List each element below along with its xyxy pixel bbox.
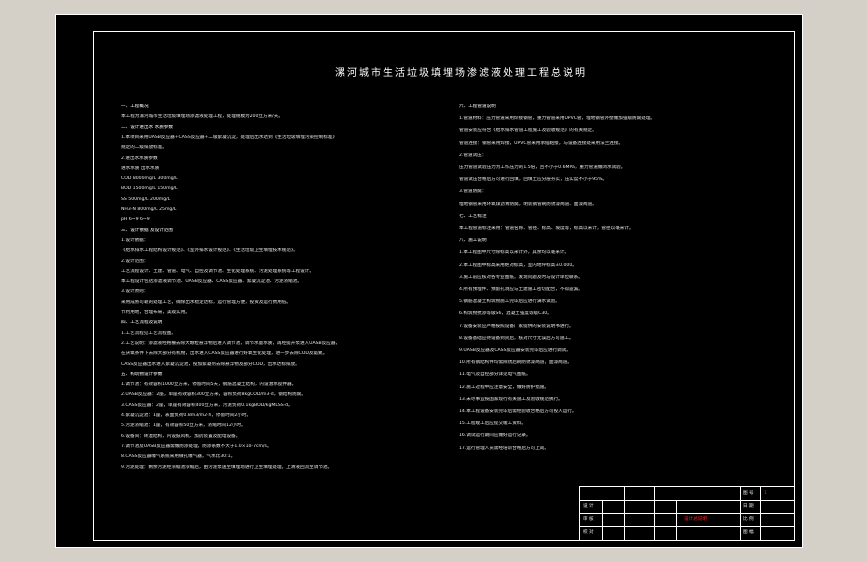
section-heading: 二、设计进出水 水质参数 bbox=[121, 124, 173, 130]
note-line: 5.钢筋混凝土构筑物施工完毕后应进行满水试验。 bbox=[459, 299, 560, 305]
section-heading: 四、工艺流程及说明 bbox=[121, 320, 163, 326]
tb-vline bbox=[602, 500, 603, 540]
section-heading: 五、构筑物设计参数 bbox=[121, 371, 163, 377]
note-line: 1.管道材料：压力管道采用焊接钢管，重力管道采用UPVC管，埋地钢管外壁做加强级… bbox=[459, 116, 656, 122]
note-line: 在厌氧条件下去除大部分有机物，出水进入CASS反应器进行好氧生化处理，进一步去除… bbox=[121, 351, 328, 357]
note-line: 11.电气及自控部分详见电气图纸。 bbox=[459, 372, 531, 378]
note-line: 6.设备间：砖混结构，内设鼓风机、加药装置及配电设备。 bbox=[121, 433, 241, 439]
note-line: 9.UASB反应器及CASS反应器安装完毕后应进行调试。 bbox=[459, 348, 571, 353]
drawing-sheet: 漯河城市生活垃圾填埋场渗滤液处理工程总说明 一、工程概况本工程为漯河城市生活垃圾… bbox=[55, 14, 803, 548]
section-heading: 六、工程管道说明 bbox=[459, 104, 496, 109]
note-line: 12.施工过程中应注意安全，做好防护措施。 bbox=[459, 384, 549, 390]
note-line: 7.设备安装应严格按照设备厂家提供的安装说明书进行。 bbox=[459, 323, 574, 329]
note-line: 9.污泥处理：剩余污泥经浓缩池浓缩后，由污泥泵送至填埋场进行卫生填埋处理，上清液… bbox=[121, 464, 333, 470]
tb-vline bbox=[760, 487, 761, 540]
note-line: 13.未尽事宜按国家现行有关施工及验收规范执行。 bbox=[459, 396, 563, 402]
tb-hline bbox=[580, 526, 794, 527]
note-line: 管道连接：钢管采用焊接，UPVC管采用承插粘接，与设备连接处采用法兰连接。 bbox=[459, 140, 624, 146]
note-line: 规定的二级排放标准。 bbox=[121, 145, 167, 151]
tb-key: 图 号 bbox=[743, 491, 754, 496]
note-line: 10.所有钢结构件均需除锈后刷防锈漆两道，面漆两道。 bbox=[459, 360, 572, 366]
note-line: 1.调节池：有效容积1000立方米，停留时间5天，钢筋混凝土结构，内设潜水搅拌器… bbox=[121, 382, 297, 388]
note-line: 工艺流程设计、土建、管道、电气、自控及调节池、生化处理系统、污泥处理系统等工程设… bbox=[121, 268, 314, 274]
drawing-title: 漯河城市生活垃圾填埋场渗滤液处理工程总说明 bbox=[335, 68, 587, 79]
tb-role: 校 对 bbox=[583, 530, 594, 535]
note-line: SS 500mg/L 200mg/L bbox=[121, 196, 171, 202]
tb-key: 图 幅 bbox=[743, 530, 754, 535]
note-line: 1.本项目采用UASB反应器+CASS反应器+二级絮凝沉淀，处理后出水达到《生活… bbox=[121, 134, 337, 140]
note-line: 本工程管道标注采用：管道名称、管径、标高、坡度等，标高以米计，管径以毫米计。 bbox=[459, 226, 634, 231]
note-line: 4.所有预埋件、预留孔洞应与土建施工密切配合，不得遗漏。 bbox=[459, 287, 583, 292]
note-line: pH 6~9 6~9 bbox=[121, 217, 150, 223]
note-line: 8.设备基础应待设备到货后，核对尺寸无误后方可施工。 bbox=[459, 335, 574, 341]
note-line: 1.设计依据： bbox=[121, 237, 149, 243]
tb-role: 审 核 bbox=[583, 517, 594, 522]
note-line: 进水水质 出水水质 bbox=[121, 165, 160, 171]
note-line: 6.构筑物抗渗等级S6，混凝土强度等级C30。 bbox=[459, 311, 552, 317]
note-line: 节约用地，合理布局，美观实用。 bbox=[121, 310, 190, 315]
note-line: 2.设计范围： bbox=[121, 258, 149, 264]
note-line: CASS反应器出水进入絮凝沉淀池，投加絮凝剂去除悬浮物及部分COD，出水达标排放… bbox=[121, 361, 300, 367]
note-line: 管道安装应符合《给水排水管道工程施工及验收规范》的有关规定。 bbox=[459, 128, 597, 134]
note-line: 3.施工前应核对各专业图纸，发现问题及时与设计单位联系。 bbox=[459, 274, 583, 280]
note-line: 2.UASB反应器：2座，单座有效容积300立方米，容积负荷8kgCOD/m3·… bbox=[121, 392, 306, 398]
note-line: 《给水排水工程结构设计规范》、《室外排水设计规范》、《生活垃圾卫生填埋技术规范》… bbox=[121, 248, 298, 254]
note-line: 2.工艺说明：渗滤液经格栅去除大颗粒悬浮物后进入调节池，调节水量水质，再经提升泵… bbox=[121, 340, 341, 346]
note-line: 8.CASS反应器曝气系统采用微孔曝气器，气水比30:1。 bbox=[121, 454, 236, 460]
note-line: NH3-N 800mg/L 25mg/L bbox=[121, 207, 177, 212]
note-line: 压力管道试验压力为工作压力的1.5倍，且不小于0.6MPa，重力管道做闭水试验。 bbox=[459, 165, 626, 170]
tb-vline bbox=[624, 487, 625, 540]
note-line: 14.本工程设备安装完毕后需经验收合格后方可投入运行。 bbox=[459, 409, 577, 414]
section-heading: 三、设计依据 及设计范围 bbox=[121, 227, 173, 233]
section-heading: 七、工艺标注 bbox=[459, 213, 487, 219]
note-line: 7.调节池及UASB反应器需做防渗处理，防渗系数不大于1.0×10-7cm/s。 bbox=[121, 443, 272, 449]
note-line: 1.工艺流程见工艺流程图。 bbox=[121, 330, 176, 336]
tb-key: 比 例 bbox=[743, 517, 754, 522]
note-line: 本工程为漯河城市生活垃圾填埋场渗滤液处理工程，处理规模为200立方米/天。 bbox=[121, 114, 283, 120]
note-line: 埋地钢管采用环氧煤沥青防腐，明装钢管刷防锈漆两道、面漆两道。 bbox=[459, 201, 597, 207]
section-heading: 一、工程概况 bbox=[121, 104, 149, 109]
tb-vline bbox=[654, 487, 655, 540]
note-line: 15.工程竣工后应提交竣工资料。 bbox=[459, 421, 527, 427]
tb-key: 日 期 bbox=[743, 504, 754, 509]
note-line: 4.絮凝沉淀池：1座，表面负荷0.8m3/m2·h，停留时间2小时。 bbox=[121, 413, 252, 418]
tb-drawing-name: 设计总说明 bbox=[684, 517, 707, 522]
note-line: 3.CASS反应器：2座，单座有效容积400立方米，污泥负荷0.1kgBOD/k… bbox=[121, 402, 293, 408]
note-line: 本工程设计包括渗滤液调节池、UASB反应器、CASS反应器、絮凝沉淀池、污泥浓缩… bbox=[121, 279, 302, 285]
note-line: COD 8000mg/L 300mg/L bbox=[121, 176, 178, 182]
tb-value: 1 bbox=[764, 491, 767, 496]
note-line: 5.污泥浓缩池：1座，有效容积50立方米，浓缩时间12小时。 bbox=[121, 423, 246, 429]
tb-vline bbox=[676, 500, 677, 540]
tb-role: 设 计 bbox=[583, 504, 594, 509]
note-line: 管道试压合格后方可进行回填，回填土应分层夯实，压实度不小于95%。 bbox=[459, 177, 608, 183]
note-line: 采用成熟可靠的处理工艺，确保出水稳定达标，运行管理方便，投资及运行费用低。 bbox=[121, 299, 291, 305]
note-line: 2.进出水水质参数 bbox=[121, 155, 158, 161]
note-line: BOD 1500mg/L 150mg/L bbox=[121, 186, 178, 192]
note-line: 1.本工程图中尺寸除标高以米计外，其余均以毫米计。 bbox=[459, 250, 570, 256]
note-line: 3.设计原则： bbox=[121, 289, 149, 295]
note-line: 17.运行管理人员需经培训合格后方可上岗。 bbox=[459, 445, 549, 451]
tb-vline bbox=[740, 487, 741, 540]
tb-hline bbox=[580, 500, 794, 501]
note-line: 16.调试运行期间应做好运行记录。 bbox=[459, 433, 531, 439]
tb-hline bbox=[580, 513, 794, 514]
note-line: 2.本工程图中标高采用绝对标高，室内地坪标高±0.000。 bbox=[459, 262, 577, 268]
title-block: 设 计 审 核 校 对 设计总说明 图 号 1 日 期 比 例 图 幅 bbox=[579, 486, 795, 541]
note-line: 2.管道试压： bbox=[459, 152, 487, 158]
section-heading: 八、施工说明 bbox=[459, 238, 487, 244]
note-line: 3.管道防腐： bbox=[459, 189, 487, 195]
